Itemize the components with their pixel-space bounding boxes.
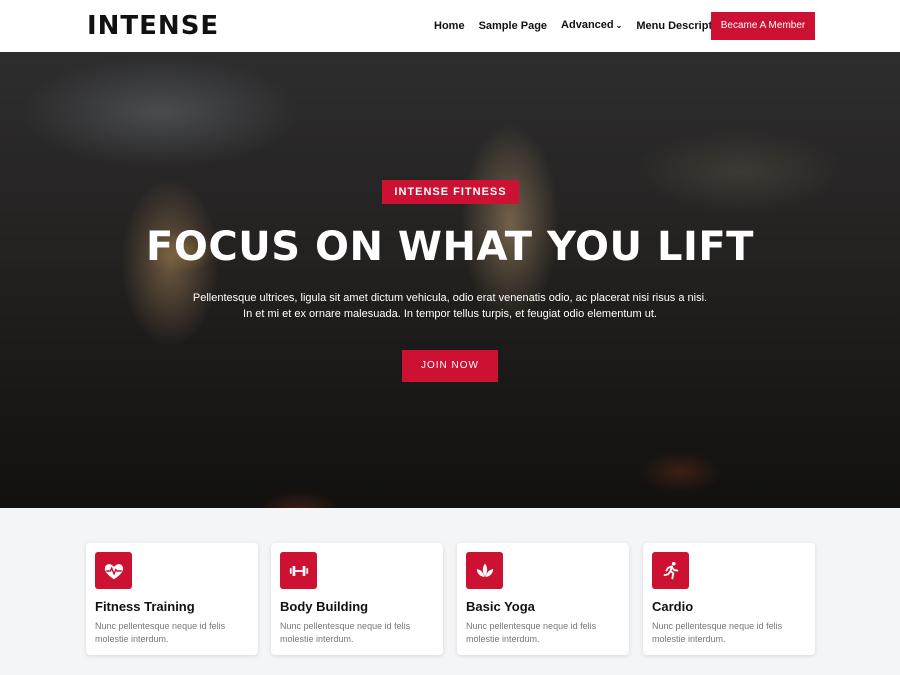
hero-description: Pellentesque ultrices, ligula sit amet d… bbox=[180, 290, 720, 322]
feature-card-cardio[interactable]: Cardio Nunc pellentesque neque id felis … bbox=[643, 543, 815, 655]
become-member-button[interactable]: Became A Member bbox=[711, 12, 815, 40]
lotus-icon bbox=[466, 552, 503, 589]
hero-banner: INTENSE FITNESS FOCUS ON WHAT YOU LIFT P… bbox=[0, 52, 900, 508]
feature-text: Nunc pellentesque neque id felis molesti… bbox=[95, 621, 226, 644]
feature-title: Body Building bbox=[280, 599, 369, 614]
dumbbell-icon bbox=[280, 552, 317, 589]
nav-home[interactable]: Home bbox=[434, 18, 465, 34]
hero-description-line-1: Pellentesque ultrices, ligula sit amet d… bbox=[192, 292, 708, 304]
feature-card-basic-yoga[interactable]: Basic Yoga Nunc pellentesque neque id fe… bbox=[457, 543, 629, 655]
feature-text: Nunc pellentesque neque id felis molesti… bbox=[280, 621, 411, 644]
feature-title: Fitness Training bbox=[95, 599, 195, 614]
site-logo[interactable]: INTENSE bbox=[87, 10, 219, 42]
main-nav: Home Sample Page Advanced ⌄ Menu Descript… bbox=[434, 17, 729, 34]
site-header: INTENSE Home Sample Page Advanced ⌄ Menu … bbox=[0, 0, 900, 52]
join-now-button[interactable]: JOIN NOW bbox=[402, 350, 498, 382]
feature-text: Nunc pellentesque neque id felis molesti… bbox=[652, 621, 783, 644]
feature-title: Basic Yoga bbox=[466, 599, 535, 614]
heart-pulse-icon bbox=[95, 552, 132, 589]
hero-title: FOCUS ON WHAT YOU LIFT bbox=[146, 224, 754, 270]
hero-tag: INTENSE FITNESS bbox=[382, 180, 519, 204]
nav-advanced-label: Advanced bbox=[561, 19, 614, 31]
hero-description-line-2: In et mi et ex ornare malesuada. In temp… bbox=[243, 308, 657, 320]
nav-sample-page[interactable]: Sample Page bbox=[479, 18, 547, 34]
chevron-down-icon: ⌄ bbox=[615, 21, 623, 30]
nav-advanced[interactable]: Advanced ⌄ bbox=[561, 17, 622, 34]
feature-text: Nunc pellentesque neque id felis molesti… bbox=[466, 621, 597, 644]
running-icon bbox=[652, 552, 689, 589]
hero-overlay bbox=[0, 52, 900, 508]
feature-title: Cardio bbox=[652, 599, 694, 614]
feature-card-fitness-training[interactable]: Fitness Training Nunc pellentesque neque… bbox=[86, 543, 258, 655]
features-section: Fitness Training Nunc pellentesque neque… bbox=[0, 508, 900, 675]
feature-card-body-building[interactable]: Body Building Nunc pellentesque neque id… bbox=[271, 543, 443, 655]
